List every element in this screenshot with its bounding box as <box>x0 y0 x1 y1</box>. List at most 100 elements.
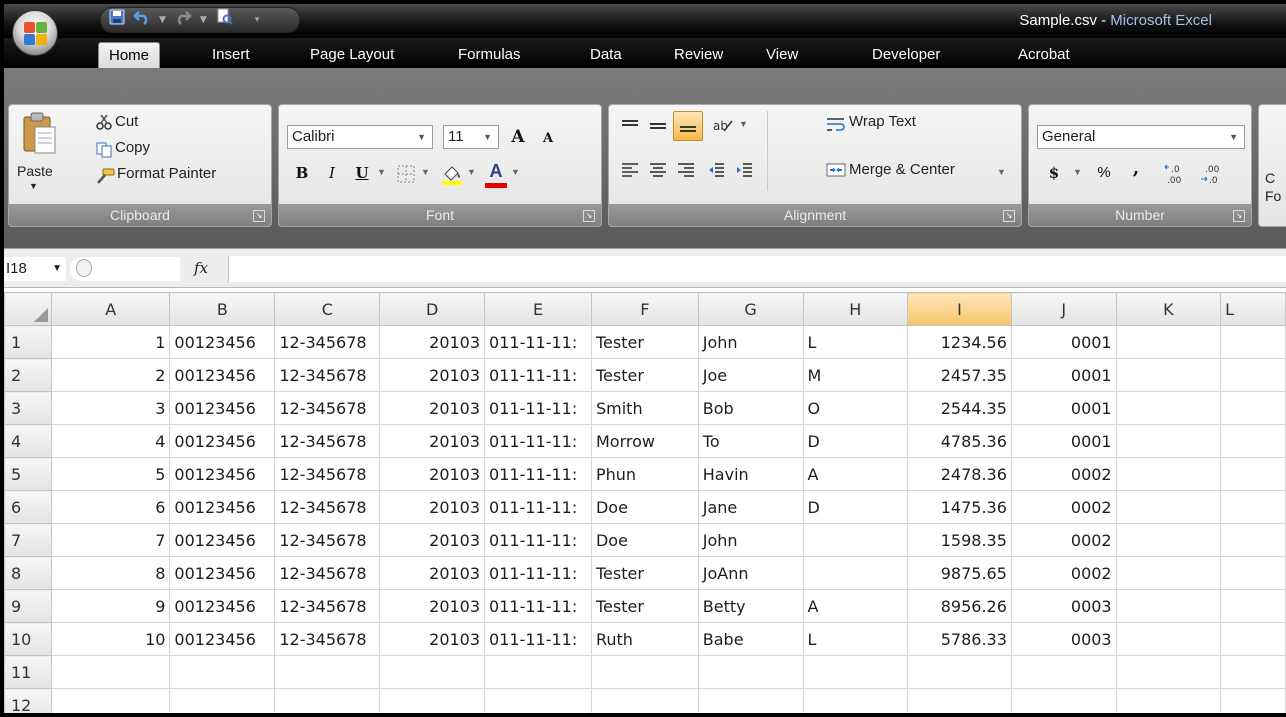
cell-c8[interactable]: 12-345678 <box>274 556 381 590</box>
print-preview-icon[interactable] <box>215 8 233 32</box>
cell-a5[interactable]: 5 <box>50 457 171 491</box>
cell-a9[interactable]: 9 <box>50 589 171 623</box>
cell-k7[interactable] <box>1115 523 1222 557</box>
cell-e2[interactable]: 011-11-11: <box>484 358 592 392</box>
cell-c4[interactable]: 12-345678 <box>274 424 381 458</box>
cell-h1[interactable]: L <box>802 325 909 359</box>
cell-d9[interactable]: 20103 <box>379 589 486 623</box>
cell-c1[interactable]: 12-345678 <box>274 325 381 359</box>
paste-icon[interactable] <box>17 109 61 159</box>
row-header[interactable]: 7 <box>4 523 52 557</box>
align-left-icon[interactable] <box>617 157 643 183</box>
cell-g5[interactable]: Havin <box>697 457 804 491</box>
cell-e12[interactable] <box>484 688 592 713</box>
decrease-indent-icon[interactable] <box>703 157 729 183</box>
cell-i8[interactable]: 9875.65 <box>907 556 1012 590</box>
cell-d4[interactable]: 20103 <box>379 424 486 458</box>
column-header-k[interactable]: K <box>1115 292 1222 326</box>
currency-button[interactable]: $ <box>1041 161 1067 185</box>
cell-g11[interactable] <box>697 655 804 689</box>
orientation-dropdown-icon[interactable]: ▼ <box>739 119 748 129</box>
cell-l10[interactable] <box>1220 622 1286 656</box>
cell-i6[interactable]: 1475.36 <box>907 490 1012 524</box>
cell-c11[interactable] <box>274 655 381 689</box>
cell-b6[interactable]: 00123456 <box>169 490 276 524</box>
cell-d1[interactable]: 20103 <box>379 325 486 359</box>
save-icon[interactable] <box>109 9 125 31</box>
cell-b12[interactable] <box>169 688 276 713</box>
cell-e9[interactable]: 011-11-11: <box>484 589 592 623</box>
font-color-dropdown-icon[interactable]: ▼ <box>511 167 520 177</box>
insert-function-icon[interactable]: fx <box>194 259 208 277</box>
cell-g7[interactable]: John <box>697 523 804 557</box>
row-header[interactable]: 11 <box>4 655 52 689</box>
cell-g1[interactable]: John <box>697 325 804 359</box>
cell-j2[interactable]: 0001 <box>1010 358 1117 392</box>
cell-b3[interactable]: 00123456 <box>169 391 276 425</box>
column-header-h[interactable]: H <box>802 292 909 326</box>
cell-c5[interactable]: 12-345678 <box>274 457 381 491</box>
cell-k11[interactable] <box>1115 655 1222 689</box>
cell-l12[interactable] <box>1220 688 1286 713</box>
cell-e7[interactable]: 011-11-11: <box>484 523 592 557</box>
cell-f12[interactable] <box>590 688 699 713</box>
cell-b9[interactable]: 00123456 <box>169 589 276 623</box>
cell-h2[interactable]: M <box>802 358 909 392</box>
cell-h5[interactable]: A <box>802 457 909 491</box>
paste-dropdown-icon[interactable]: ▼ <box>29 181 38 191</box>
underline-dropdown-icon[interactable]: ▼ <box>377 167 386 177</box>
tab-acrobat[interactable]: Acrobat <box>1008 42 1080 68</box>
tab-home[interactable]: Home <box>98 42 161 68</box>
align-top-icon[interactable] <box>617 113 643 139</box>
cell-j1[interactable]: 0001 <box>1010 325 1117 359</box>
column-header-e[interactable]: E <box>484 292 592 326</box>
column-header-l[interactable]: L <box>1220 292 1286 326</box>
cell-i3[interactable]: 2544.35 <box>907 391 1012 425</box>
row-header[interactable]: 3 <box>4 391 52 425</box>
cell-b10[interactable]: 00123456 <box>169 622 276 656</box>
cell-f11[interactable] <box>590 655 699 689</box>
cell-e10[interactable]: 011-11-11: <box>484 622 592 656</box>
percent-button[interactable]: % <box>1091 161 1117 185</box>
cell-c9[interactable]: 12-345678 <box>274 589 381 623</box>
tab-insert[interactable]: Insert <box>202 42 260 68</box>
cell-e5[interactable]: 011-11-11: <box>484 457 592 491</box>
cell-j5[interactable]: 0002 <box>1010 457 1117 491</box>
align-center-icon[interactable] <box>645 157 671 183</box>
wrap-text-button[interactable]: Wrap Text <box>849 113 916 130</box>
borders-icon[interactable] <box>395 163 417 185</box>
cell-e8[interactable]: 011-11-11: <box>484 556 592 590</box>
clipboard-launcher-icon[interactable]: ↘ <box>253 210 265 222</box>
cell-j7[interactable]: 0002 <box>1010 523 1117 557</box>
cell-h3[interactable]: O <box>802 391 909 425</box>
cell-h6[interactable]: D <box>802 490 909 524</box>
cell-l2[interactable] <box>1220 358 1286 392</box>
cell-f2[interactable]: Tester <box>590 358 699 392</box>
cell-e6[interactable]: 011-11-11: <box>484 490 592 524</box>
office-button[interactable] <box>12 10 58 56</box>
cell-l11[interactable] <box>1220 655 1286 689</box>
font-size-dropdown-icon[interactable]: ▼ <box>483 126 492 148</box>
font-name-box[interactable]: Calibri ▼ <box>287 125 433 149</box>
cell-c6[interactable]: 12-345678 <box>274 490 381 524</box>
row-header[interactable]: 12 <box>4 688 52 713</box>
cell-b1[interactable]: 00123456 <box>169 325 276 359</box>
underline-button[interactable]: U <box>349 161 375 185</box>
column-header-d[interactable]: D <box>379 292 486 326</box>
row-header[interactable]: 8 <box>4 556 52 590</box>
tab-review[interactable]: Review <box>664 42 733 68</box>
cell-f7[interactable]: Doe <box>590 523 699 557</box>
cell-l4[interactable] <box>1220 424 1286 458</box>
font-name-dropdown-icon[interactable]: ▼ <box>417 126 426 148</box>
cell-c10[interactable]: 12-345678 <box>274 622 381 656</box>
italic-button[interactable]: I <box>319 161 345 185</box>
row-header[interactable]: 4 <box>4 424 52 458</box>
cell-d5[interactable]: 20103 <box>379 457 486 491</box>
cell-j8[interactable]: 0002 <box>1010 556 1117 590</box>
cell-l8[interactable] <box>1220 556 1286 590</box>
cell-i9[interactable]: 8956.26 <box>907 589 1012 623</box>
cell-g4[interactable]: To <box>697 424 804 458</box>
cell-i11[interactable] <box>907 655 1012 689</box>
column-header-f[interactable]: F <box>590 292 699 326</box>
format-painter-button[interactable]: Format Painter <box>117 165 216 182</box>
